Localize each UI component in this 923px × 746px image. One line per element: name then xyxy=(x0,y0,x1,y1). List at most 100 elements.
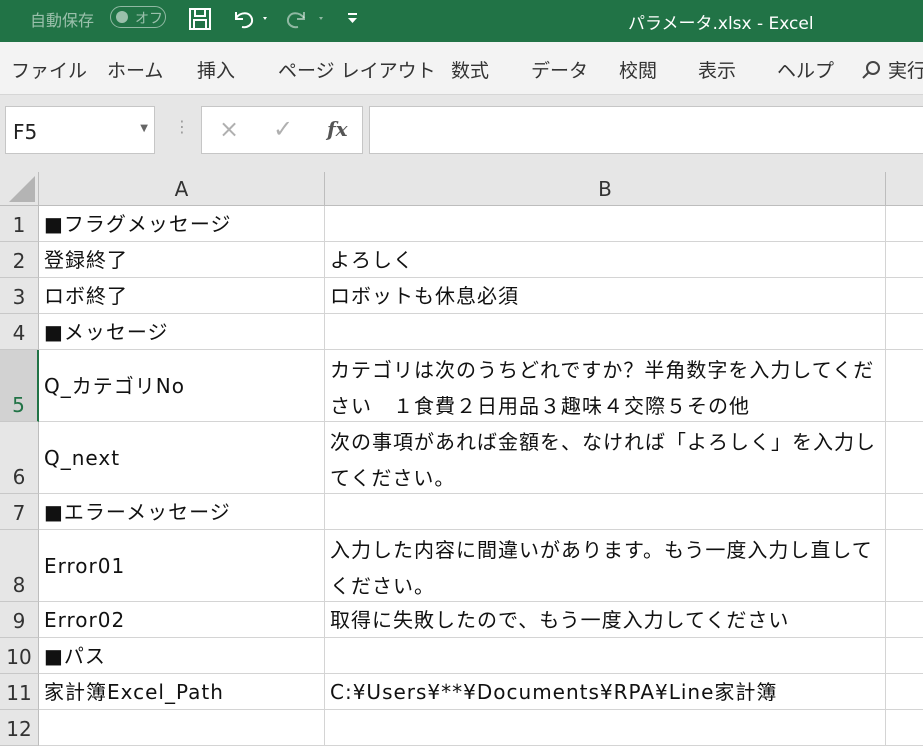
cell-c10[interactable] xyxy=(886,638,923,674)
cell-c1[interactable] xyxy=(886,206,923,242)
tab-help[interactable]: ヘルプ xyxy=(777,56,834,83)
row-number: 8 xyxy=(12,573,26,597)
formula-bar: F5 ▼ ⋮ × ✓ fx xyxy=(0,95,923,175)
name-box[interactable]: F5 ▼ xyxy=(5,106,155,154)
cell-text: ■パス xyxy=(44,643,106,668)
row-header[interactable]: 1 xyxy=(0,206,39,242)
row-header[interactable]: 3 xyxy=(0,278,39,314)
row-header[interactable]: 12 xyxy=(0,710,39,746)
cell-b12[interactable] xyxy=(325,710,886,746)
undo-icon[interactable] xyxy=(230,6,270,32)
cell-c4[interactable] xyxy=(886,314,923,350)
cell-b5[interactable]: カテゴリは次のうちどれですか？半角数字を入力してください １食費２日用品３趣味４… xyxy=(325,350,886,422)
row-header-selected[interactable]: 5 xyxy=(0,350,39,422)
window-title: パラメータ.xlsx - Excel xyxy=(628,14,814,34)
cell-text: 登録終了 xyxy=(44,247,128,272)
cell-a5[interactable]: Q_カテゴリNo xyxy=(39,350,325,422)
row-header[interactable]: 8 xyxy=(0,530,39,602)
tab-page-layout[interactable]: ページ レイアウト xyxy=(278,56,436,83)
column-header-b[interactable]: B xyxy=(325,172,886,206)
cell-a10[interactable]: ■パス xyxy=(39,638,325,674)
cell-a9[interactable]: Error02 xyxy=(39,602,325,638)
cell-text: Q_next xyxy=(44,445,121,470)
cell-a7[interactable]: ■エラーメッセージ xyxy=(39,494,325,530)
cell-text: C:¥Users¥**¥Documents¥RPA¥Line家計簿 xyxy=(330,679,778,704)
tab-view[interactable]: 表示 xyxy=(698,56,736,83)
cell-b3[interactable]: ロボットも休息必須 xyxy=(325,278,886,314)
row-header[interactable]: 2 xyxy=(0,242,39,278)
row-number: 4 xyxy=(12,321,26,345)
row-header[interactable]: 6 xyxy=(0,422,39,494)
row-header[interactable]: 9 xyxy=(0,602,39,638)
chevron-down-icon[interactable]: ▼ xyxy=(140,123,148,134)
cell-text: よろしく xyxy=(330,247,414,272)
cell-c6[interactable] xyxy=(886,422,923,494)
cell-c12[interactable] xyxy=(886,710,923,746)
cell-c3[interactable] xyxy=(886,278,923,314)
cell-c7[interactable] xyxy=(886,494,923,530)
cell-a8[interactable]: Error01 xyxy=(39,530,325,602)
customize-toolbar-icon[interactable] xyxy=(345,6,361,32)
redo-icon[interactable] xyxy=(284,6,328,32)
tab-home[interactable]: ホーム xyxy=(107,56,163,83)
cell-a11[interactable]: 家計簿Excel_Path xyxy=(39,674,325,710)
search-icon xyxy=(862,61,880,79)
row-header[interactable]: 7 xyxy=(0,494,39,530)
row-header[interactable]: 11 xyxy=(0,674,39,710)
cell-b2[interactable]: よろしく xyxy=(325,242,886,278)
cell-c8[interactable] xyxy=(886,530,923,602)
cell-b8[interactable]: 入力した内容に間違いがあります。もう一度入力し直してください。 xyxy=(325,530,886,602)
cell-c9[interactable] xyxy=(886,602,923,638)
cell-text: カテゴリは次のうちどれですか？半角数字を入力してください １食費２日用品３趣味４… xyxy=(330,358,875,418)
tab-data[interactable]: データ xyxy=(531,56,588,83)
cell-text: 入力した内容に間違いがあります。もう一度入力し直してください。 xyxy=(330,538,873,598)
row-number: 2 xyxy=(12,249,26,273)
cell-text: ロボットも休息必須 xyxy=(330,283,519,308)
cell-b1[interactable] xyxy=(325,206,886,242)
cell-a3[interactable]: ロボ終了 xyxy=(39,278,325,314)
column-header-c[interactable] xyxy=(886,172,923,206)
select-all-button[interactable] xyxy=(0,172,39,206)
formula-input[interactable] xyxy=(369,106,923,154)
select-all-triangle xyxy=(9,176,35,202)
row-number: 5 xyxy=(12,393,25,417)
enter-icon[interactable]: ✓ xyxy=(273,115,293,143)
tab-formulas[interactable]: 数式 xyxy=(451,56,489,83)
row-number: 6 xyxy=(12,465,26,489)
tab-file[interactable]: ファイル xyxy=(11,56,87,83)
cell-c11[interactable] xyxy=(886,674,923,710)
cell-c2[interactable] xyxy=(886,242,923,278)
autosave-state: オフ xyxy=(135,11,163,27)
cell-text: 取得に失敗したので、もう一度入力してください xyxy=(330,607,790,632)
cell-text: Error01 xyxy=(44,553,126,578)
cell-a1[interactable]: ■フラグメッセージ xyxy=(39,206,325,242)
row-header[interactable]: 4 xyxy=(0,314,39,350)
column-header-a[interactable]: A xyxy=(39,172,325,206)
tab-review[interactable]: 校閲 xyxy=(619,56,657,83)
cell-text: 次の事項があれば金額を、なければ「よろしく」を入力してください。 xyxy=(330,430,876,490)
cell-b9[interactable]: 取得に失敗したので、もう一度入力してください xyxy=(325,602,886,638)
save-icon[interactable] xyxy=(187,6,213,32)
autosave-toggle[interactable]: オフ xyxy=(110,6,166,28)
cell-a2[interactable]: 登録終了 xyxy=(39,242,325,278)
splitter-handle[interactable]: ⋮ xyxy=(174,117,190,136)
cell-a4[interactable]: ■メッセージ xyxy=(39,314,325,350)
row-header[interactable]: 10 xyxy=(0,638,39,674)
cancel-icon[interactable]: × xyxy=(219,115,239,143)
title-bar: 自動保存 オフ パラメータ.xlsx - Excel xyxy=(0,0,923,42)
cell-b7[interactable] xyxy=(325,494,886,530)
cell-a12[interactable] xyxy=(39,710,325,746)
cell-text: Error02 xyxy=(44,607,126,632)
cell-text: ■エラーメッセージ xyxy=(44,499,231,524)
autosave-label: 自動保存 xyxy=(30,11,95,30)
cell-b10[interactable] xyxy=(325,638,886,674)
tab-insert[interactable]: 挿入 xyxy=(197,56,235,83)
cell-a6[interactable]: Q_next xyxy=(39,422,325,494)
cell-c5[interactable] xyxy=(886,350,923,422)
tell-me-search[interactable]: 実行 xyxy=(862,56,923,83)
cell-b4[interactable] xyxy=(325,314,886,350)
insert-function-button[interactable]: fx xyxy=(327,117,348,141)
cell-text: ■フラグメッセージ xyxy=(44,211,232,236)
cell-b11[interactable]: C:¥Users¥**¥Documents¥RPA¥Line家計簿 xyxy=(325,674,886,710)
cell-b6[interactable]: 次の事項があれば金額を、なければ「よろしく」を入力してください。 xyxy=(325,422,886,494)
